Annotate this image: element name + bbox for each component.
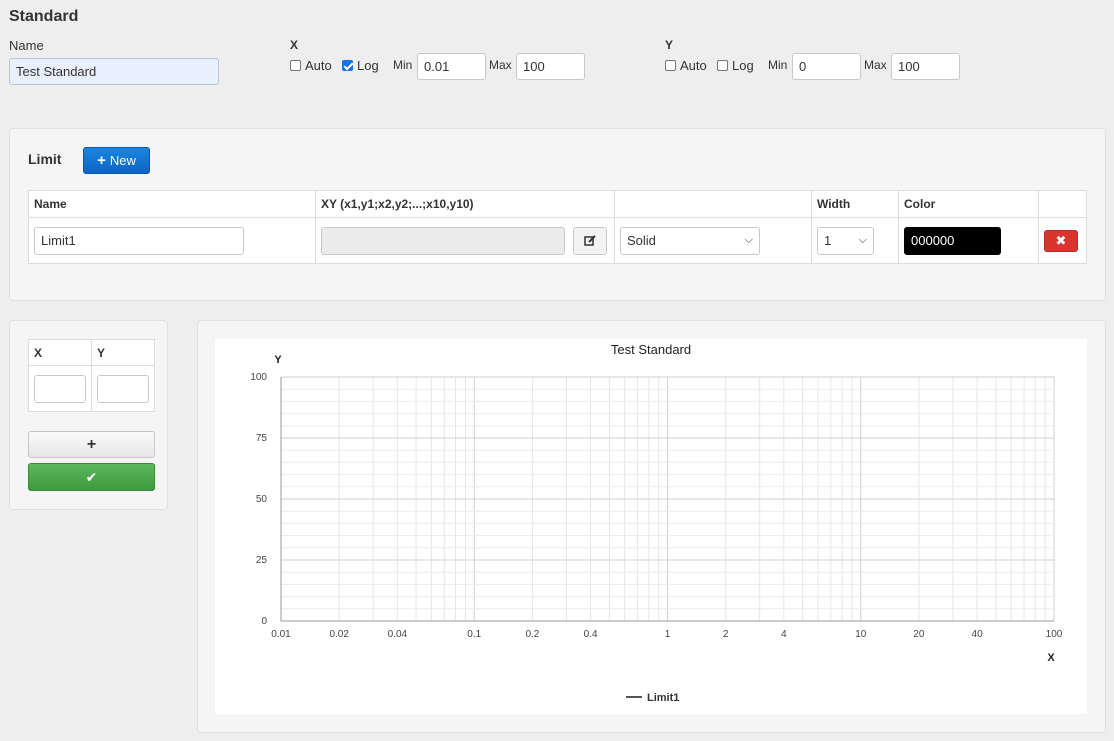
chevron-down-icon: ⌵ [858,234,867,246]
point-y-input[interactable] [97,374,149,403]
x-tick-labels: 0.01 0.02 0.04 0.1 0.2 0.4 1 2 4 10 20 40 100 [271,629,1063,640]
line-style-value: Solid [627,233,656,248]
y-auto-box[interactable] [665,60,676,71]
x-tick-label: 0.2 [525,629,539,640]
limit-title: Limit [28,151,62,167]
delete-limit-button[interactable]: ✖ [1044,229,1078,252]
page-title: Standard [9,8,79,25]
x-log-box[interactable] [342,60,353,71]
x-max-label: Max [489,58,512,72]
x-min-input[interactable] [417,53,486,80]
x-tick-label: 0.02 [329,629,349,640]
chevron-down-icon: ⌵ [744,234,753,246]
points-x-cell [28,365,92,412]
x-auto-box[interactable] [290,60,301,71]
points-y-cell [91,365,155,412]
limit-xy-input[interactable] [321,226,565,255]
y-max-label: Max [864,58,887,72]
y-log-label: Log [732,58,754,73]
x-axis-label: X [290,38,299,52]
points-input-row [28,365,155,412]
x-tick-label: 2 [723,629,729,640]
y-log-checkbox[interactable]: Log [717,58,754,73]
limit-name-input[interactable]: Limit1 [34,226,244,255]
limit-width-cell: 1 ⌵ [811,217,899,264]
y-tick-label: 25 [256,555,268,566]
x-auto-label: Auto [305,58,332,73]
limit-color-input[interactable]: 000000 [904,226,1001,255]
confirm-points-button[interactable]: ✔ [28,463,155,491]
edit-icon [584,234,596,246]
x-tick-label: 1 [665,629,671,640]
x-min-label: Min [393,58,413,72]
new-limit-button[interactable]: + New [83,147,150,174]
y-tick-label: 50 [256,494,268,505]
x-tick-label: 0.1 [467,629,481,640]
points-x-header: X [28,339,92,366]
add-point-button[interactable]: + [28,431,155,458]
y-tick-label: 75 [256,433,268,444]
x-tick-label: 4 [781,629,787,640]
point-x-input[interactable] [34,374,86,403]
line-width-select[interactable]: 1 ⌵ [817,226,874,255]
col-color-header: Color [898,190,1039,218]
name-label: Name [9,38,44,53]
y-min-input[interactable] [792,53,861,80]
x-auto-checkbox[interactable]: Auto [290,58,332,73]
chart-area: Test Standard Y X 0.01 0.02 0.04 0.1 0.2 0.4 1… [215,339,1087,714]
col-style-header [614,190,812,218]
y-tick-label: 100 [250,372,267,383]
x-tick-label: 0.04 [388,629,408,640]
y-auto-checkbox[interactable]: Auto [665,58,707,73]
limits-table: Name XY (x1,y1;x2,y2;...;x10,y10) Width … [28,190,1087,264]
y-axis-label: Y [665,38,674,52]
points-y-header: Y [91,339,155,366]
limit-xy-cell [315,217,615,264]
col-name-header: Name [28,190,316,218]
line-width-value: 1 [824,233,832,248]
x-axis-title: X [1047,652,1055,664]
y-tick-label: 0 [261,616,267,627]
x-log-checkbox[interactable]: Log [342,58,379,73]
x-tick-label: 0.4 [584,629,598,640]
chart-legend[interactable]: Limit1 [626,692,679,704]
plus-icon: + [97,152,106,169]
close-icon: ✖ [1055,232,1067,248]
x-tick-label: 0.01 [271,629,291,640]
points-header-row: X Y [28,339,155,366]
x-tick-label: 20 [913,629,925,640]
x-tick-label: 10 [855,629,867,640]
limit-color-cell: 000000 [898,217,1039,264]
line-style-select[interactable]: Solid ⌵ [620,226,760,255]
chart-svg: Test Standard Y X 0.01 0.02 0.04 0.1 0.2 0.4 1… [250,342,1063,704]
new-limit-label: New [109,153,136,168]
y-log-box[interactable] [717,60,728,71]
standard-name-input[interactable] [9,58,219,85]
x-log-label: Log [357,58,379,73]
limit-action-cell: ✖ [1038,217,1087,264]
table-row: Limit1 Solid ⌵ 1 ⌵ 000000 ✖ [28,217,1087,264]
limit-style-cell: Solid ⌵ [614,217,812,264]
x-tick-label: 100 [1046,629,1063,640]
col-xy-header: XY (x1,y1;x2,y2;...;x10,y10) [315,190,615,218]
y-axis-title: Y [274,354,282,366]
y-tick-labels: 0 25 50 75 100 [250,372,267,627]
check-icon: ✔ [85,468,98,485]
points-table: X Y [28,339,155,412]
chart-title: Test Standard [611,342,691,357]
x-max-input[interactable] [516,53,585,80]
limits-header-row: Name XY (x1,y1;x2,y2;...;x10,y10) Width … [28,190,1087,218]
plus-icon: + [86,435,97,453]
limit-name-cell: Limit1 [28,217,316,264]
chart-grid [280,376,1055,622]
col-width-header: Width [811,190,899,218]
legend-label-limit1: Limit1 [647,692,679,704]
y-min-label: Min [768,58,788,72]
edit-xy-button[interactable] [573,226,607,255]
x-tick-label: 40 [972,629,984,640]
col-action-header [1038,190,1087,218]
y-auto-label: Auto [680,58,707,73]
y-max-input[interactable] [891,53,960,80]
